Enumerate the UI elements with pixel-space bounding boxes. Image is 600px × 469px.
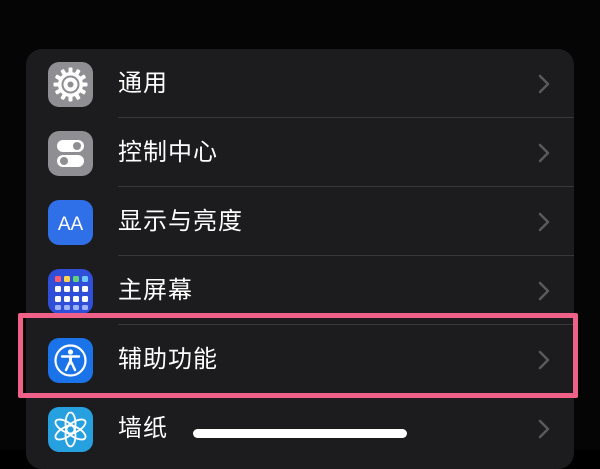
home-screen-grid-icon [48, 269, 93, 314]
chevron-right-icon [538, 212, 550, 232]
gear-icon [48, 62, 93, 107]
text-size-icon: AA [48, 200, 93, 245]
settings-item-display-brightness[interactable]: AA 显示与亮度 [26, 187, 574, 256]
chevron-right-icon [538, 143, 550, 163]
highlight-box [18, 313, 578, 398]
settings-item-label: 墙纸 [118, 414, 168, 442]
settings-item-general[interactable]: 通用 [26, 49, 574, 118]
settings-item-label: 显示与亮度 [118, 207, 243, 235]
svg-text:AA: AA [58, 214, 84, 235]
chevron-right-icon [538, 419, 550, 439]
settings-screen: 通用 控制中心 AA 显示与亮度 主屏幕 辅助功能 墙纸 [0, 0, 600, 469]
toggles-icon [48, 131, 93, 176]
chevron-right-icon [538, 281, 550, 301]
settings-item-control-center[interactable]: 控制中心 [26, 118, 574, 187]
home-indicator[interactable] [193, 429, 407, 438]
settings-group: 通用 控制中心 AA 显示与亮度 主屏幕 辅助功能 墙纸 [26, 49, 574, 469]
settings-item-label: 控制中心 [118, 138, 218, 166]
chevron-right-icon [538, 74, 550, 94]
wallpaper-flower-icon [48, 407, 93, 452]
settings-item-label: 通用 [118, 69, 168, 97]
